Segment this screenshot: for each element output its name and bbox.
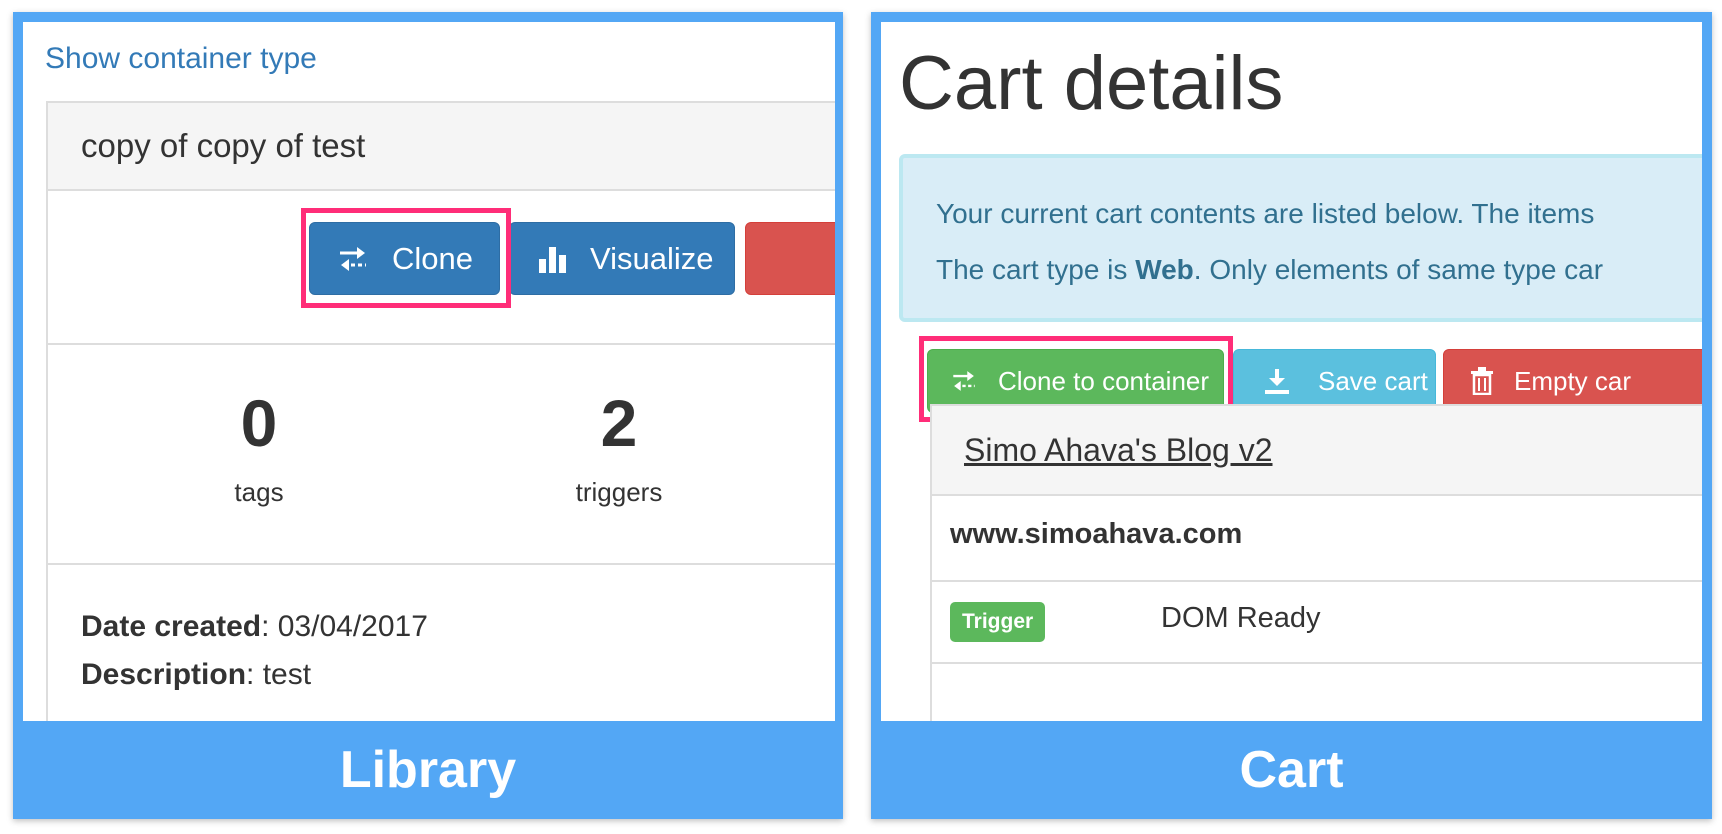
description-value: : test — [246, 658, 312, 691]
cart-domain-row: www.simoahava.com — [932, 496, 1702, 582]
cart-caption: Cart — [1239, 741, 1344, 799]
date-created-value: : 03/04/2017 — [261, 610, 428, 643]
triggers-label: triggers — [575, 477, 663, 507]
container-stats: 0 tags 2 triggers — [48, 345, 835, 565]
trigger-badge: Trigger — [950, 602, 1046, 642]
cart-contents-table: Simo Ahava's Blog v2 www.simoahava.com T… — [930, 404, 1702, 721]
library-panel: Show container type copy of copy of test… — [13, 12, 843, 819]
trash-icon — [1471, 367, 1493, 395]
library-caption: Library — [339, 741, 517, 799]
container-card-heading: copy of copy of test — [48, 103, 835, 191]
cart-title: Cart details — [899, 41, 1284, 126]
container-meta: Date created: 03/04/2017 Description: te… — [81, 603, 428, 699]
table-row: Trigger DOM Ready — [932, 582, 1702, 664]
visualize-button-label: Visualize — [590, 240, 714, 276]
description-label: Description — [81, 658, 247, 691]
description: Description: test — [81, 651, 428, 699]
cart-panel: Cart details Your current cart contents … — [871, 12, 1712, 819]
cart-container-link[interactable]: Simo Ahava's Blog v2 — [964, 432, 1273, 469]
tags-label: tags — [234, 477, 284, 507]
container-actions: Clone Visualize — [48, 191, 835, 345]
show-container-type-link[interactable]: Show container type — [45, 42, 317, 76]
save-cart-label: Save cart — [1318, 365, 1428, 396]
tags-count: 0 — [240, 386, 278, 460]
cart-type-value: Web — [1135, 254, 1194, 285]
cart-info-alert: Your current cart contents are listed be… — [899, 154, 1702, 322]
bar-chart-icon — [539, 246, 566, 273]
alert-line-2-prefix: The cart type is — [936, 254, 1136, 285]
clone-highlight-box — [301, 208, 511, 308]
delete-button[interactable] — [745, 222, 835, 295]
date-created-label: Date created — [81, 610, 262, 643]
container-card: copy of copy of test Clone Visualize 0 t… — [46, 101, 835, 721]
trigger-name: DOM Ready — [1161, 602, 1321, 634]
alert-line-2: The cart type is Web. Only elements of s… — [936, 254, 1603, 286]
empty-cart-label: Empty car — [1514, 365, 1632, 396]
alert-line-1: Your current cart contents are listed be… — [936, 198, 1595, 229]
cart-domain: www.simoahava.com — [950, 518, 1243, 550]
container-name: copy of copy of test — [81, 127, 366, 164]
cart-screenshot: Cart details Your current cart contents … — [881, 22, 1702, 721]
alert-line-2-suffix: . Only elements of same type car — [1193, 254, 1604, 285]
download-icon — [1265, 369, 1289, 394]
cart-container-row: Simo Ahava's Blog v2 — [932, 406, 1702, 496]
triggers-count: 2 — [600, 386, 638, 460]
library-screenshot: Show container type copy of copy of test… — [23, 22, 835, 721]
visualize-button[interactable]: Visualize — [509, 222, 735, 295]
date-created: Date created: 03/04/2017 — [81, 603, 428, 651]
